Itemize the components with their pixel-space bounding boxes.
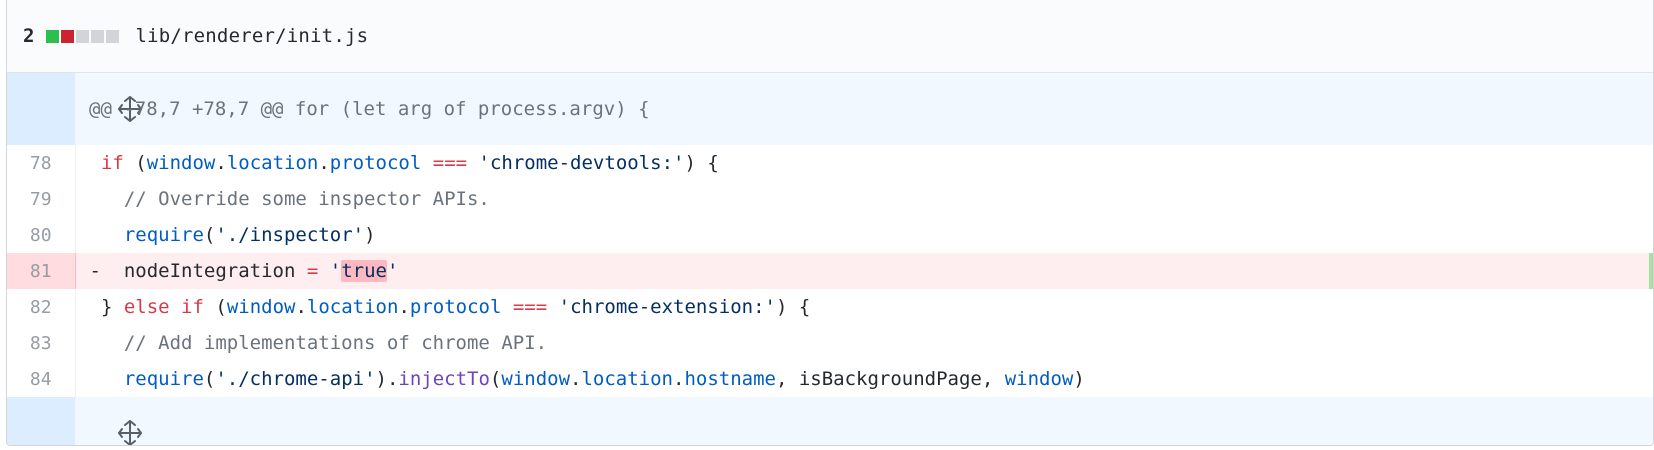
diffstat-block (61, 29, 75, 43)
code-line: require('./inspector') (75, 217, 1653, 253)
code-token: require (123, 224, 204, 246)
line-number[interactable]: 79 (7, 181, 76, 217)
code-token: protocol (329, 152, 422, 174)
deleted-line-row: 81- nodeIntegration = 'true' (7, 253, 1653, 289)
code-token: protocol (409, 296, 502, 318)
code-token: './chrome-api' (215, 368, 376, 390)
code-token: === (432, 152, 468, 174)
code-line: } else if (window.location.protocol === … (75, 289, 1653, 325)
code-token: - nodeIntegration (89, 260, 307, 282)
code-token: = (306, 260, 319, 282)
hunk-header-row: @@ -78,7 +78,7 @@ for (let arg of proces… (7, 73, 1653, 145)
code-token: ' (386, 260, 399, 282)
code-token: === (512, 296, 548, 318)
code-token: location (581, 368, 673, 390)
code-token: ) { (684, 152, 719, 174)
unfold-icon (118, 420, 143, 445)
line-number[interactable]: 82 (7, 289, 76, 325)
code-line-row: 80 require('./inspector') (7, 217, 1653, 253)
diff-file: 2 lib/renderer/init.js @@ -78,7 +78,7 @@… (6, 0, 1654, 446)
diff-table: @@ -78,7 +78,7 @@ for (let arg of proces… (7, 73, 1653, 445)
code-line: require('./chrome-api').injectTo(window.… (75, 361, 1653, 397)
code-token: , isBackgroundPage, (775, 368, 1005, 390)
code-token: window (501, 368, 571, 390)
code-token: . (672, 368, 685, 390)
line-number[interactable]: 80 (7, 217, 76, 253)
code-token: ( (489, 368, 502, 390)
expand-up-button[interactable] (7, 73, 143, 145)
diffstat-bar (46, 29, 120, 43)
code-line-row: 78 if (window.location.protocol === 'chr… (7, 145, 1653, 181)
code-token: hostname (684, 368, 776, 390)
line-number[interactable]: 78 (7, 145, 76, 181)
code-token: if (100, 152, 124, 174)
code-token: // Override some inspector APIs. (123, 188, 490, 210)
code-token: . (295, 296, 307, 318)
code-token: window (146, 152, 216, 174)
diffstat-block (46, 29, 60, 43)
code-token: './inspector' (215, 224, 365, 246)
code-token: ( (123, 152, 147, 174)
expand-down-button[interactable] (7, 397, 143, 445)
code-token: // Add implementations of chrome API. (123, 332, 548, 354)
code-token: . (215, 152, 227, 174)
code-token: ) (1073, 368, 1085, 390)
code-token: ) { (775, 296, 811, 318)
diffstat-block (106, 29, 120, 43)
code-token: . (398, 296, 410, 318)
code-line: if (window.location.protocol === 'chrome… (75, 145, 1653, 181)
file-header: 2 lib/renderer/init.js (7, 0, 1653, 73)
code-token: location (306, 296, 399, 318)
code-token: require (123, 368, 204, 390)
code-line-row: 84 require('./chrome-api').injectTo(wind… (7, 361, 1653, 397)
code-line: - nodeIntegration = 'true' (75, 253, 1653, 289)
code-token: window (1004, 368, 1074, 390)
file-path[interactable]: lib/renderer/init.js (135, 25, 368, 47)
code-line: // Add implementations of chrome API. (75, 325, 1653, 361)
line-number[interactable]: 84 (7, 361, 76, 397)
code-token: injectTo (398, 368, 490, 390)
diffstat-block (91, 29, 105, 43)
code-line-row: 79 // Override some inspector APIs. (7, 181, 1653, 217)
hunk-header: @@ -78,7 +78,7 @@ for (let arg of proces… (89, 98, 650, 120)
change-count: 2 (23, 25, 35, 47)
code-token: ( (203, 296, 227, 318)
expand-bottom-row (7, 397, 1653, 445)
code-token: 'chrome-extension:' (558, 296, 776, 318)
diffstat-block (76, 29, 90, 43)
line-number[interactable]: 83 (7, 325, 76, 361)
code-token: ' (329, 260, 342, 282)
code-token: 'chrome-devtools:' (478, 152, 685, 174)
code-token: else (123, 296, 170, 318)
code-line-row: 83 // Add implementations of chrome API. (7, 325, 1653, 361)
code-token: if (181, 296, 204, 318)
code-token: ) (364, 224, 376, 246)
line-number[interactable]: 81 (7, 253, 76, 289)
expand-bottom-area (75, 397, 1653, 445)
code-token: location (226, 152, 319, 174)
code-token: ). (375, 368, 399, 390)
deleted-highlight: true (341, 260, 387, 282)
code-token: . (318, 152, 330, 174)
code-line-row: 82 } else if (window.location.protocol =… (7, 289, 1653, 325)
code-token: } (89, 296, 124, 318)
code-token: ( (203, 224, 216, 246)
code-token: window (226, 296, 296, 318)
code-token: ( (203, 368, 216, 390)
code-token: . (570, 368, 582, 390)
code-line: // Override some inspector APIs. (75, 181, 1653, 217)
